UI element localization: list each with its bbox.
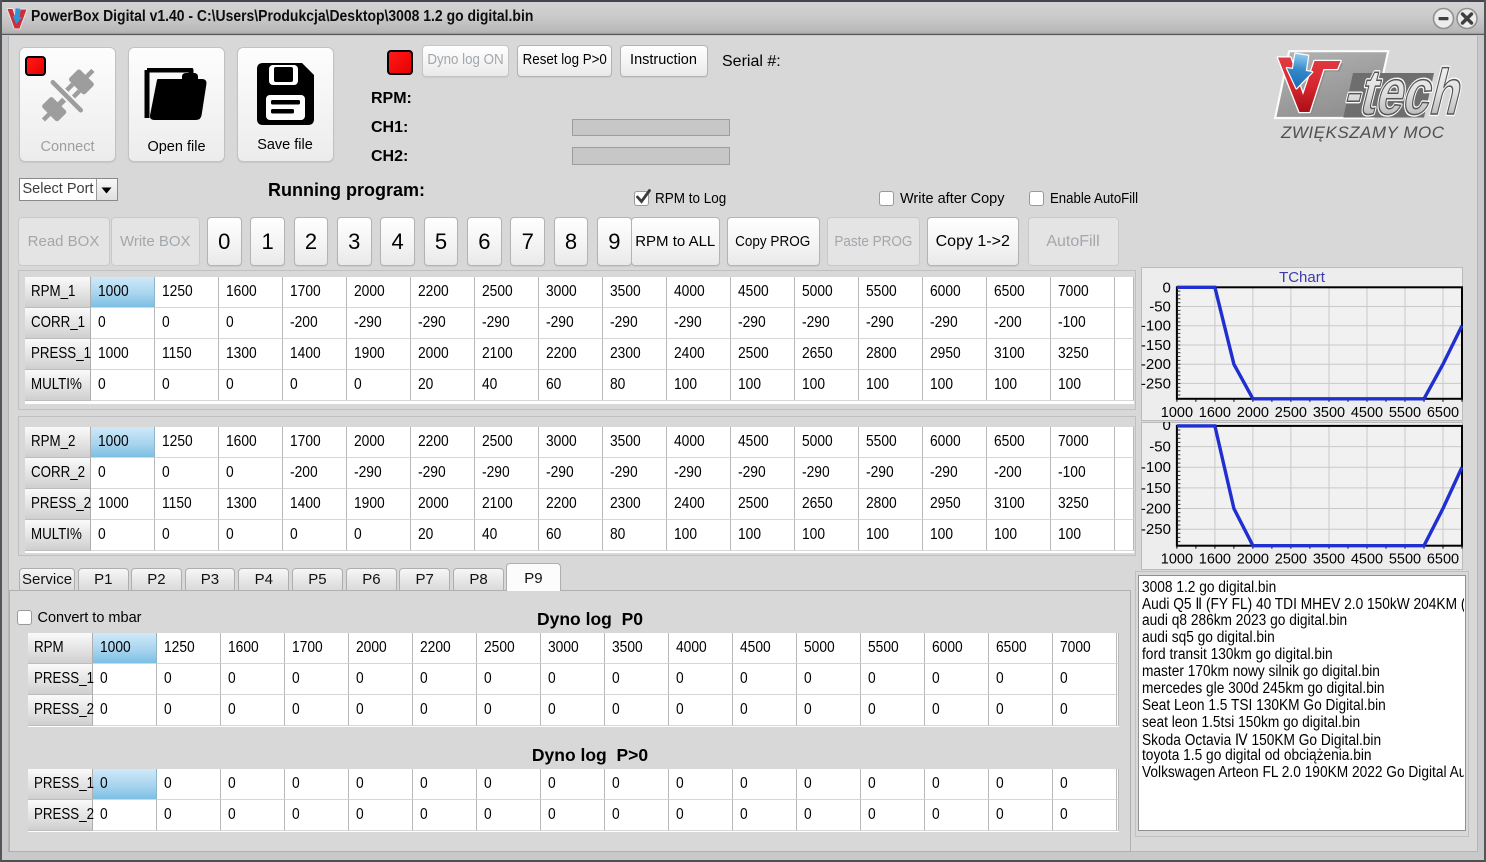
svg-text:-50: -50 [1149,438,1171,455]
svg-text:4500: 4500 [1351,405,1383,421]
svg-text:1000: 1000 [1161,551,1193,567]
svg-text:2000: 2000 [1237,551,1269,567]
svg-text:3500: 3500 [1313,405,1345,421]
svg-text:-150: -150 [1141,479,1171,496]
svg-text:ZWIĘKSZAMY MOC: ZWIĘKSZAMY MOC [1280,123,1445,142]
svg-text:-250: -250 [1141,376,1171,393]
svg-text:-50: -50 [1149,299,1171,316]
svg-text:4500: 4500 [1351,551,1383,567]
svg-text:1600: 1600 [1199,551,1231,567]
svg-text:-150: -150 [1141,337,1171,354]
svg-text:1000: 1000 [1161,405,1193,421]
svg-text:-100: -100 [1141,318,1171,335]
svg-text:-200: -200 [1141,500,1171,517]
svg-text:6500: 6500 [1427,551,1459,567]
svg-text:6500: 6500 [1427,405,1459,421]
svg-text:-tech: -tech [1338,57,1470,128]
svg-text:5500: 5500 [1389,551,1421,567]
svg-text:1600: 1600 [1199,405,1231,421]
svg-text:3500: 3500 [1313,551,1345,567]
svg-text:0: 0 [1162,422,1170,434]
svg-text:2500: 2500 [1275,551,1307,567]
svg-text:5500: 5500 [1389,405,1421,421]
svg-text:-100: -100 [1141,459,1171,476]
svg-text:0: 0 [1162,279,1170,296]
svg-text:2000: 2000 [1237,405,1269,421]
svg-text:-250: -250 [1141,521,1171,538]
svg-text:-200: -200 [1141,356,1171,373]
svg-text:2500: 2500 [1275,405,1307,421]
